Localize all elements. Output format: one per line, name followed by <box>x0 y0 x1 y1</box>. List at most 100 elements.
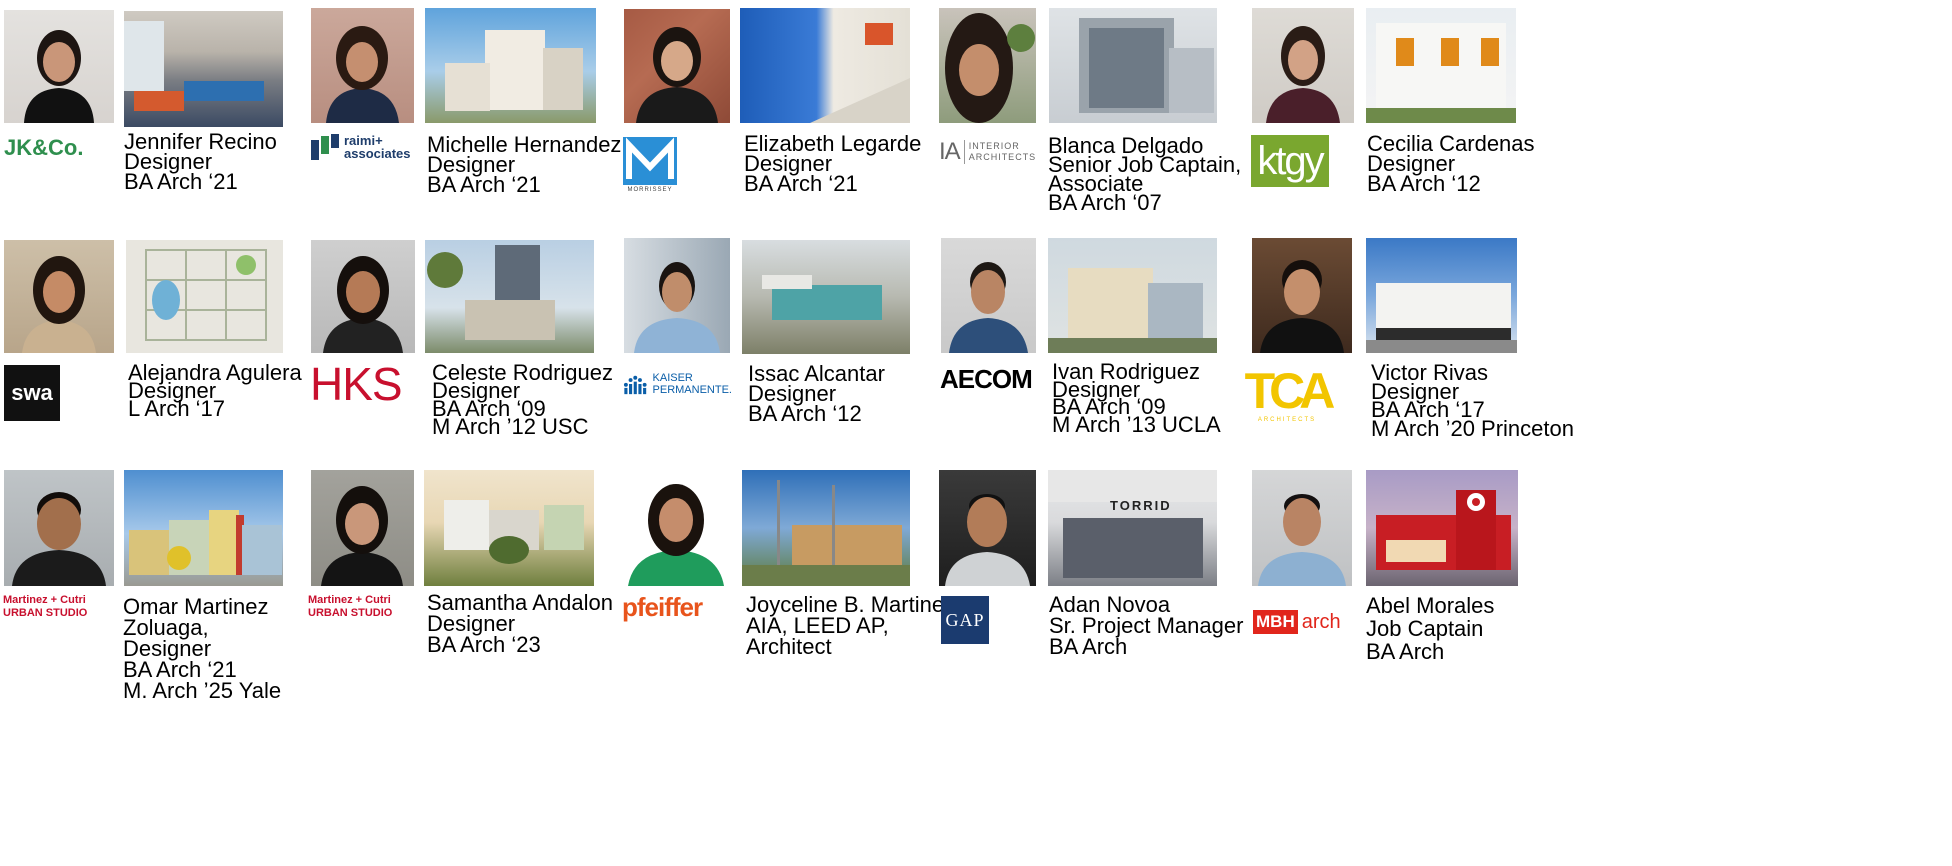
martinez-cutri-line1: Martinez + Cutri <box>3 594 86 606</box>
project-photo <box>124 470 283 586</box>
kaiser-permanente-logo: KAISER PERMANENTE. <box>622 368 732 400</box>
aecom-logo-text: AECOM <box>940 363 1033 394</box>
tca-logo-text: TCA <box>1244 363 1336 419</box>
gap-logo-text: GAP <box>945 609 985 630</box>
person-caption: Jennifer Recino Designer BA Arch ‘21 <box>124 131 277 194</box>
raimi-associates-logo: raimi+ associates <box>311 132 416 162</box>
raimi-mark-icon <box>311 134 339 160</box>
person-title: Designer <box>427 611 516 636</box>
portrait-photo <box>4 10 114 123</box>
person-name: Omar Martinez <box>123 594 269 619</box>
person-name: Joyceline B. Martinez, <box>746 592 962 617</box>
martinez-cutri-line2: URBAN STUDIO <box>3 607 88 619</box>
person-name: Adan Novoa <box>1049 592 1171 617</box>
swa-logo: swa <box>4 365 60 421</box>
gap-logo: GAP <box>941 596 989 644</box>
ktgy-logo: ktgy <box>1251 135 1329 187</box>
project-photo <box>742 240 910 354</box>
person-caption: Abel Morales Job Captain BA Arch <box>1366 594 1494 663</box>
portrait-photo <box>939 470 1036 586</box>
jk-co-logo: JK&Co. <box>4 134 114 162</box>
project-photo <box>1048 238 1217 353</box>
morrissey-m-icon <box>623 137 677 185</box>
martinez-cutri-logo: Martinez + Cutri URBAN STUDIO <box>3 594 118 624</box>
project-photo <box>126 240 283 353</box>
pfeiffer-logo-text: pfeiffer <box>622 591 703 622</box>
project-photo <box>425 8 596 123</box>
kaiser-mark-icon <box>623 375 647 395</box>
person-caption: Issac Alcantar Designer BA Arch ‘12 <box>748 363 885 426</box>
person-caption: Omar Martinez Zoluaga, Designer BA Arch … <box>123 594 281 702</box>
person-caption: Alejandra Agulera Designer L Arch ‘17 <box>128 362 302 421</box>
portrait-photo <box>1252 8 1354 123</box>
mbh-arch-logo: MBH arch <box>1253 608 1353 636</box>
mbh-logo-text: arch <box>1301 610 1341 633</box>
mbh-logo-box: MBH <box>1253 610 1298 634</box>
project-photo <box>424 470 594 586</box>
project-photo <box>1049 8 1217 123</box>
person-title: Architect <box>746 634 832 659</box>
person-degree: BA Arch ‘21 <box>124 169 238 194</box>
aecom-logo: AECOM <box>940 364 1038 394</box>
person-degree: BA Arch ‘12 <box>1367 171 1481 196</box>
person-caption: Ivan Rodriguez Designer BA Arch ‘09 M Ar… <box>1052 361 1221 435</box>
person-title: Sr. Project Manager <box>1049 613 1244 638</box>
person-title: Designer <box>123 636 212 661</box>
kaiser-logo-line1: KAISER <box>652 372 693 384</box>
portrait-photo <box>311 470 414 586</box>
tca-logo-subtext: ARCHITECTS <box>1257 417 1317 423</box>
martinez-cutri-line2: URBAN STUDIO <box>308 607 393 619</box>
person-degree: M Arch ’12 USC <box>432 414 589 439</box>
martinez-cutri-line1: Martinez + Cutri <box>308 594 391 606</box>
project-photo <box>425 240 594 353</box>
portrait-photo <box>624 9 730 123</box>
person-name: Abel Morales <box>1366 593 1495 618</box>
project-photo <box>740 8 910 123</box>
portrait-photo <box>622 470 730 586</box>
person-caption: Joyceline B. Martinez, AIA, LEED AP, Arc… <box>746 592 962 659</box>
person-caption: Cecilia Cardenas Designer BA Arch ‘12 <box>1367 133 1535 196</box>
person-degree: BA Arch <box>1049 634 1128 659</box>
project-photo <box>1366 8 1516 123</box>
portrait-photo <box>4 240 114 353</box>
person-degree: BA Arch ‘21 <box>427 172 541 197</box>
martinez-cutri-logo: Martinez + Cutri URBAN STUDIO <box>308 594 423 624</box>
portrait-photo <box>311 240 415 353</box>
project-photo: TORRID <box>1048 470 1217 586</box>
person-degree: M Arch ’20 Princeton <box>1371 415 1574 441</box>
person-caption: Victor Rivas Designer BA Arch ‘17 M Arch… <box>1371 362 1574 441</box>
portrait-photo <box>1252 470 1352 586</box>
portrait-photo <box>941 238 1036 353</box>
person-caption: Samantha Andalon Designer BA Arch ‘23 <box>427 590 613 657</box>
project-photo <box>1366 470 1518 586</box>
morrissey-logo-text: MORRISSEY <box>627 187 673 193</box>
person-degree: BA Arch <box>1366 639 1445 664</box>
person-degree: L Arch ‘17 <box>128 396 226 421</box>
morrissey-logo: MORRISSEY <box>622 134 678 196</box>
person-degree: BA Arch ‘12 <box>748 401 862 426</box>
kaiser-logo-line2: PERMANENTE. <box>652 384 732 396</box>
portrait-photo <box>939 8 1036 123</box>
ktgy-logo-text: ktgy <box>1257 138 1324 183</box>
person-degree: BA Arch ‘21 <box>744 171 858 196</box>
project-photo <box>1366 238 1517 353</box>
person-caption: Elizabeth Legarde Designer BA Arch ‘21 <box>744 133 921 196</box>
person-caption: Celeste Rodriguez Designer BA Arch ‘09 M… <box>432 362 613 439</box>
person-degree: BA Arch ‘07 <box>1048 190 1162 215</box>
person-name: Samantha Andalon <box>427 590 613 615</box>
portrait-photo <box>624 238 730 353</box>
hks-logo: HKS <box>310 358 415 410</box>
ia-mark: IA <box>939 138 961 165</box>
raimi-logo-line2: associates <box>344 146 411 161</box>
jk-co-logo-text: JK&Co. <box>4 135 84 160</box>
person-title: AIA, LEED AP, <box>746 613 889 638</box>
person-degree: BA Arch ‘23 <box>427 632 541 657</box>
hks-logo-text: HKS <box>310 358 403 410</box>
interior-architects-logo: IA INTERIOR ARCHITECTS <box>939 138 1039 166</box>
torrid-sign: TORRID <box>1110 498 1172 513</box>
person-title: Job Captain <box>1366 616 1484 641</box>
person-degree: BA Arch ‘21 <box>123 657 237 682</box>
portrait-photo <box>1252 238 1352 353</box>
project-photo <box>742 470 910 586</box>
person-name: Zoluaga, <box>123 615 209 640</box>
